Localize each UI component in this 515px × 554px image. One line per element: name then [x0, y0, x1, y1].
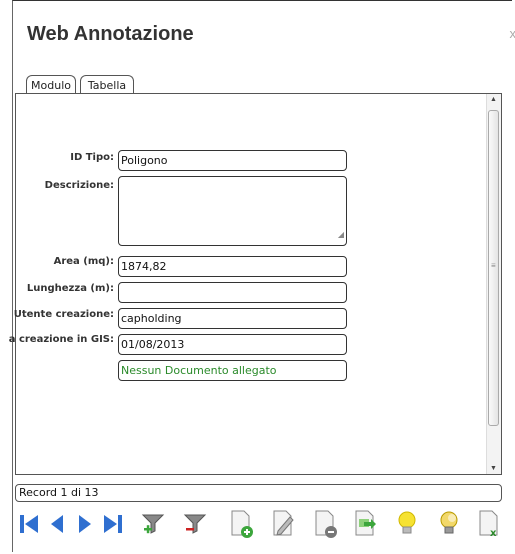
next-record-icon[interactable]: [70, 508, 100, 540]
toolbar: x: [14, 508, 504, 542]
documents-info: Nessun Documento allegato: [118, 360, 347, 381]
lunghezza-label: Lunghezza (m):: [26, 283, 114, 294]
tab-tabella[interactable]: Tabella: [80, 75, 134, 95]
new-record-icon[interactable]: [226, 508, 256, 540]
scroll-thumb[interactable]: ≡: [488, 110, 499, 426]
vertical-scrollbar[interactable]: ▲ ≡ ▼: [486, 94, 501, 474]
id-tipo-label: ID Tipo:: [70, 152, 114, 163]
add-filter-icon[interactable]: [138, 508, 168, 540]
utente-creazione-field[interactable]: capholding: [118, 308, 347, 329]
remove-filter-icon[interactable]: [180, 508, 210, 540]
data-creazione-field[interactable]: 01/08/2013: [118, 334, 347, 355]
record-counter: Record 1 di 13: [15, 484, 502, 502]
export-icon[interactable]: [350, 508, 380, 540]
scroll-down-icon[interactable]: ▼: [490, 465, 497, 472]
delete-record-icon[interactable]: [310, 508, 340, 540]
descrizione-field[interactable]: ◢: [118, 176, 347, 246]
dialog-title: Web Annotazione: [27, 23, 194, 45]
area-field[interactable]: 1874,82: [118, 256, 347, 277]
lightbulb-on-icon[interactable]: [392, 508, 422, 540]
id-tipo-field[interactable]: Poligono: [118, 150, 347, 171]
last-record-icon[interactable]: [98, 508, 128, 540]
scroll-up-icon[interactable]: ▲: [490, 96, 497, 103]
edit-record-icon[interactable]: [268, 508, 298, 540]
grip-icon: ≡: [491, 261, 496, 270]
tab-modulo[interactable]: Modulo: [26, 75, 76, 95]
first-record-icon[interactable]: [14, 508, 44, 540]
excel-export-icon[interactable]: x: [474, 508, 504, 540]
utente-creazione-label: Utente creazione:: [13, 309, 114, 320]
lightbulb-off-icon[interactable]: [434, 508, 464, 540]
previous-record-icon[interactable]: [42, 508, 72, 540]
svg-text:x: x: [490, 528, 497, 539]
lunghezza-field[interactable]: [118, 282, 347, 303]
close-icon[interactable]: x: [510, 26, 515, 41]
resize-handle-icon[interactable]: ◢: [338, 225, 344, 244]
descrizione-label: Descrizione:: [44, 180, 114, 191]
data-creazione-label: a creazione in GIS:: [8, 334, 114, 345]
form-panel: ID Tipo: Poligono Descrizione: ◢ Area (m…: [9, 93, 502, 475]
area-label: Area (mq):: [53, 256, 114, 267]
